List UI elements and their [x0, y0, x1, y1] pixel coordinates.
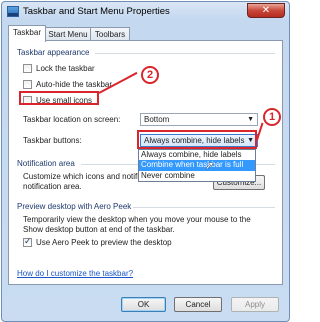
appearance-divider — [95, 53, 275, 54]
buttons-label: Taskbar buttons: — [23, 136, 82, 145]
autohide-label: Auto-hide the taskbar — [36, 80, 113, 89]
aero-peek-checkbox[interactable] — [23, 236, 32, 247]
location-label: Taskbar location on screen: — [23, 115, 121, 124]
buttons-select-highlight-box — [137, 130, 257, 149]
taskbar-app-icon — [7, 6, 19, 17]
lock-taskbar-label: Lock the taskbar — [36, 64, 95, 73]
location-value: Bottom — [144, 115, 170, 124]
ok-button[interactable]: OK — [121, 297, 166, 312]
help-link[interactable]: How do I customize the taskbar? — [17, 269, 133, 278]
dropdown-option-combine-when-full[interactable]: Combine when taskbar is full — [139, 160, 255, 171]
location-select[interactable]: Bottom ▼ — [140, 113, 258, 126]
dropdown-option-always-combine[interactable]: Always combine, hide labels — [139, 150, 255, 160]
autohide-checkbox[interactable] — [23, 80, 32, 89]
tab-taskbar[interactable]: Taskbar — [8, 25, 46, 42]
notification-group-title: Notification area — [17, 159, 75, 168]
buttons-dropdown-list: Always combine, hide labels Combine when… — [138, 149, 256, 182]
aero-peek-checkbox-label: Use Aero Peek to preview the desktop — [36, 238, 172, 247]
notification-description-line2: notification area. — [23, 182, 82, 191]
aero-peek-description-line2: Show desktop button at end of the taskba… — [23, 225, 175, 234]
callout-1-badge: 1 — [263, 108, 281, 126]
cancel-button[interactable]: Cancel — [174, 297, 222, 312]
window-title: Taskbar and Start Menu Properties — [23, 6, 170, 17]
tab-toolbars[interactable]: Toolbars — [90, 27, 130, 41]
aero-peek-divider — [133, 207, 275, 208]
tab-start-menu[interactable]: Start Menu — [45, 27, 91, 41]
lock-taskbar-checkbox[interactable] — [23, 64, 32, 73]
callout-2-badge: 2 — [141, 66, 159, 84]
aero-peek-description-line1: Temporarily view the desktop when you mo… — [23, 215, 251, 224]
dropdown-option-never-combine[interactable]: Never combine — [139, 171, 255, 181]
aero-peek-group-title: Preview desktop with Aero Peek — [17, 202, 132, 211]
title-bar[interactable]: Taskbar and Start Menu Properties ✕ — [2, 2, 289, 22]
close-button[interactable]: ✕ — [247, 3, 285, 18]
chevron-down-icon: ▼ — [247, 116, 254, 123]
mouse-pointer-icon: ➚ — [205, 160, 215, 172]
apply-button[interactable]: Apply — [231, 297, 279, 312]
small-icons-highlight-box — [19, 91, 99, 105]
properties-window: Taskbar and Start Menu Properties ✕ Task… — [1, 1, 290, 322]
appearance-group-title: Taskbar appearance — [17, 48, 90, 57]
